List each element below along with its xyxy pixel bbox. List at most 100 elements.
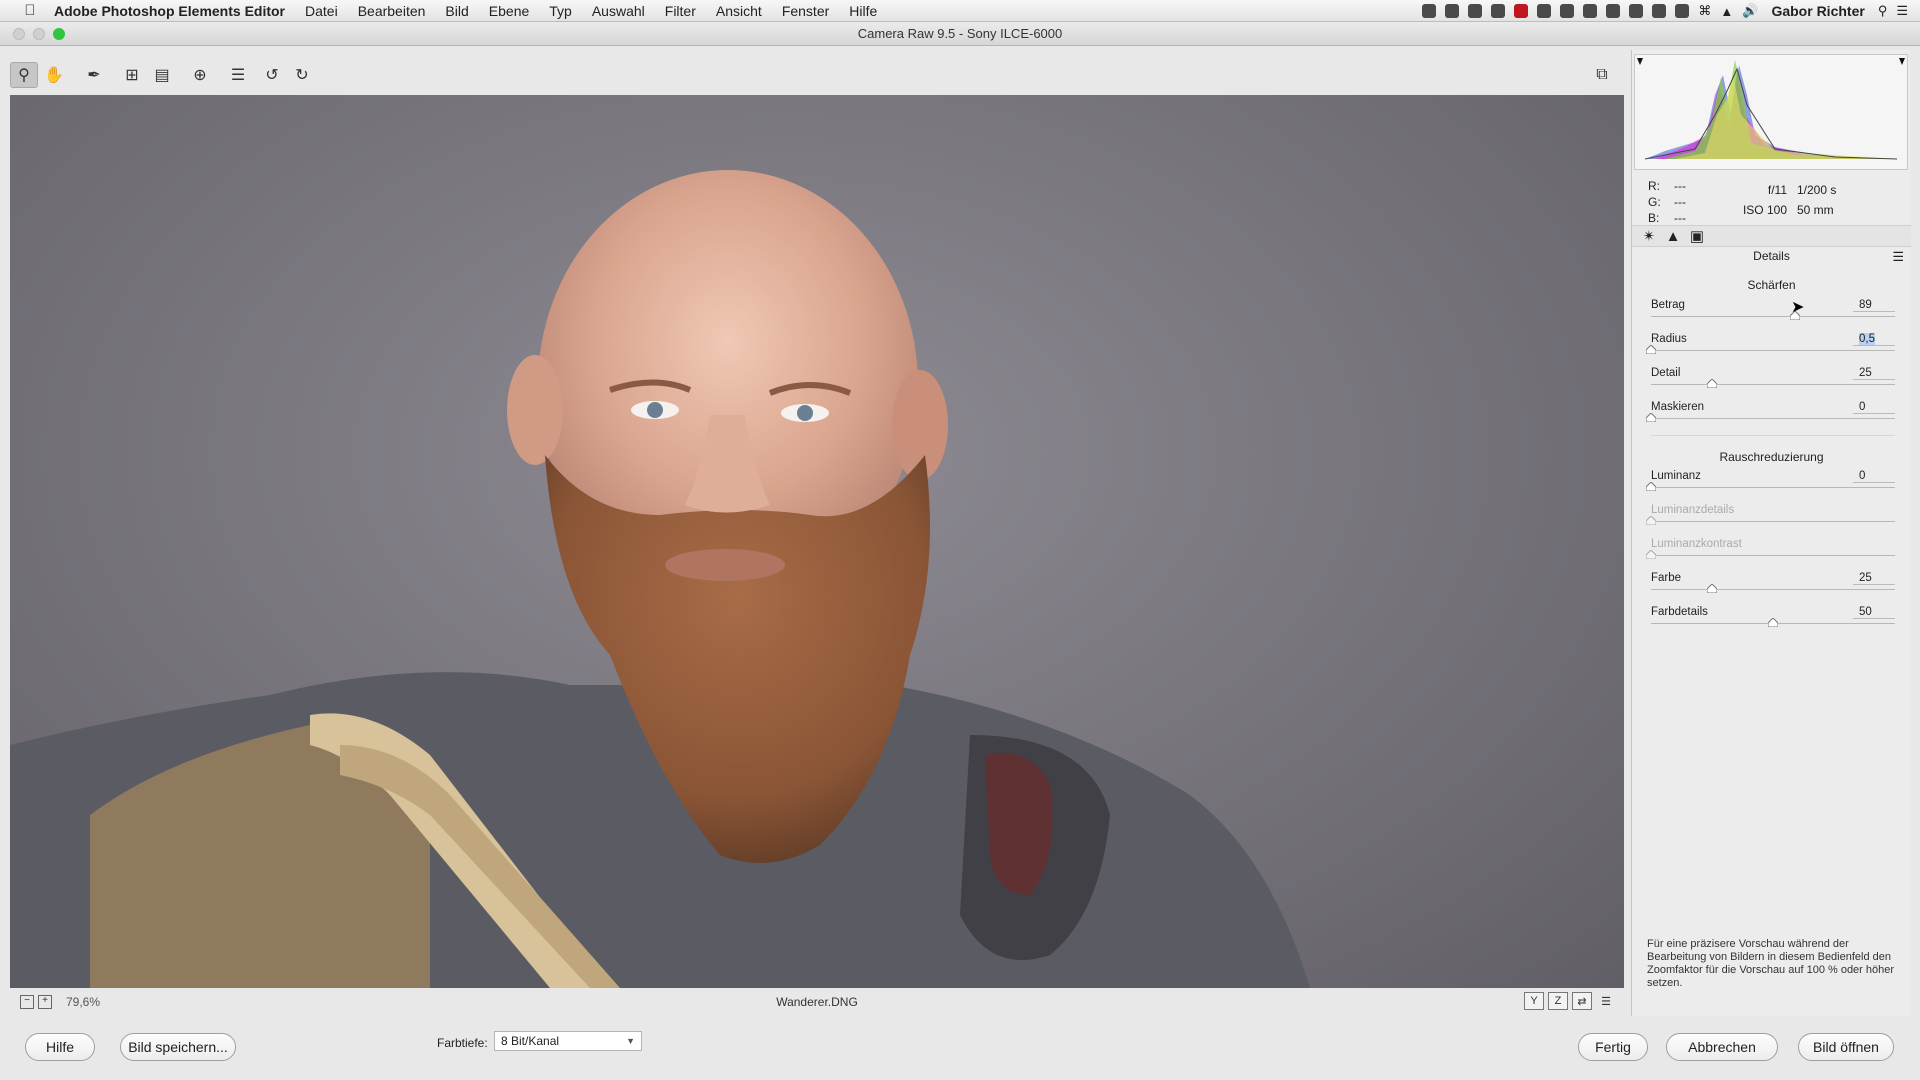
evernote-icon[interactable] xyxy=(1491,4,1506,18)
slider-luminanz[interactable]: Luminanz 0 xyxy=(1646,470,1895,504)
zoom-tool-button[interactable]: ⚲ xyxy=(10,62,38,88)
menu-bild[interactable]: Bild xyxy=(435,3,478,19)
done-button[interactable]: Fertig xyxy=(1578,1033,1648,1061)
slider-value-field[interactable]: 25 xyxy=(1853,572,1895,585)
slider-radius[interactable]: Radius 0,5 xyxy=(1646,333,1895,367)
menu-hilfe[interactable]: Hilfe xyxy=(839,3,887,19)
slider-value-field[interactable]: 25 xyxy=(1853,367,1895,380)
bluetooth-icon[interactable] xyxy=(1675,4,1690,18)
menu-datei[interactable]: Datei xyxy=(295,3,348,19)
cloud-icon[interactable] xyxy=(1468,4,1483,18)
tab-details[interactable]: ▲ xyxy=(1664,228,1682,245)
chevron-down-icon: ▼ xyxy=(626,1036,635,1046)
tab-basic[interactable]: ✴ xyxy=(1640,227,1658,245)
bit-depth-select[interactable]: 8 Bit/Kanal ▼ xyxy=(494,1031,642,1051)
slider-thumb[interactable] xyxy=(1646,345,1656,354)
slider-value: 89 xyxy=(1859,299,1872,311)
cancel-button[interactable]: Abbrechen xyxy=(1666,1033,1778,1061)
list-icon: ☰ xyxy=(230,67,246,84)
menu-filter[interactable]: Filter xyxy=(655,3,706,19)
eyedropper-icon: ✒ xyxy=(87,67,101,84)
eyedropper-tool-button[interactable]: ✒ xyxy=(80,62,108,88)
menu-ebene[interactable]: Ebene xyxy=(479,3,539,19)
slider-track[interactable] xyxy=(1651,418,1895,419)
slider-value: 0 xyxy=(1859,401,1866,413)
slider-thumb[interactable] xyxy=(1768,618,1778,627)
slider-track[interactable] xyxy=(1651,589,1895,590)
slider-farbdetails[interactable]: Farbdetails 50 xyxy=(1651,606,1895,640)
menu-bearbeiten[interactable]: Bearbeiten xyxy=(348,3,436,19)
crop-tool-button[interactable]: ⊞ xyxy=(118,62,146,88)
slider-track[interactable] xyxy=(1651,487,1895,488)
display-icon[interactable] xyxy=(1445,4,1460,18)
slider-thumb[interactable] xyxy=(1646,482,1656,491)
stack-icon[interactable] xyxy=(1606,4,1621,18)
swap-settings-button[interactable]: Z xyxy=(1548,992,1568,1010)
preferences-button[interactable]: ☰ xyxy=(224,62,252,88)
view-settings-button[interactable]: ☰ xyxy=(1596,992,1616,1010)
notification-center-icon[interactable]: ☰ xyxy=(1896,3,1908,19)
slider-track xyxy=(1651,555,1895,556)
fullscreen-toggle-button[interactable]: ⧉ xyxy=(1588,62,1616,88)
slider-maskieren[interactable]: Maskieren 0 xyxy=(1646,401,1895,436)
wifi-icon[interactable]: ⌘ xyxy=(1698,3,1711,19)
battery-icon[interactable] xyxy=(1629,4,1644,18)
slider-value-field[interactable]: 0 xyxy=(1853,401,1895,414)
slider-betrag[interactable]: Betrag 89 xyxy=(1651,299,1895,333)
before-after-button[interactable]: Y xyxy=(1524,992,1544,1010)
slider-thumb[interactable] xyxy=(1646,413,1656,422)
panel-menu-icon[interactable]: ☰ xyxy=(1892,249,1904,265)
slider-track[interactable] xyxy=(1651,350,1895,351)
slider-thumb xyxy=(1646,550,1656,559)
slider-value-field[interactable]: 50 xyxy=(1853,606,1895,619)
slider-track[interactable] xyxy=(1651,316,1895,317)
slider-value-field[interactable]: 0,5 xyxy=(1853,333,1895,346)
slider-luminanzkontrast: Luminanzkontrast xyxy=(1646,538,1895,572)
slider-thumb[interactable] xyxy=(1707,379,1717,388)
adjustment-panel: R: --- G: --- B: --- f/11 1/200 s ISO 100 50 … xyxy=(1631,50,1911,1016)
save-image-button[interactable]: Bild speichern... xyxy=(120,1033,236,1061)
slider-track[interactable] xyxy=(1651,384,1895,385)
mountains-icon: ▲ xyxy=(1665,227,1681,245)
slider-thumb[interactable] xyxy=(1707,584,1717,593)
eject-icon[interactable]: ▲ xyxy=(1720,4,1733,19)
hand-icon: ✋ xyxy=(44,67,64,84)
drive-icon[interactable] xyxy=(1537,4,1552,18)
portrait-photo xyxy=(10,170,1310,988)
record-icon[interactable] xyxy=(1422,4,1437,18)
b-value: --- xyxy=(1674,211,1686,225)
spotlight-icon[interactable]: ⚲ xyxy=(1878,3,1888,19)
time-machine-icon[interactable] xyxy=(1652,4,1667,18)
slider-value-field[interactable]: 0 xyxy=(1853,470,1895,483)
rgb-readout: R: --- G: --- B: --- xyxy=(1648,178,1700,226)
straighten-tool-button[interactable]: ▤ xyxy=(148,62,176,88)
slider-thumb xyxy=(1646,516,1656,525)
app-name-menu[interactable]: Adobe Photoshop Elements Editor xyxy=(54,3,285,19)
creative-cloud-icon[interactable] xyxy=(1583,4,1598,18)
copy-settings-button[interactable]: ⇄ xyxy=(1572,992,1592,1010)
user-name[interactable]: Gabor Richter xyxy=(1771,3,1864,19)
apple-icon[interactable]:  xyxy=(20,2,40,19)
menu-typ[interactable]: Typ xyxy=(539,3,582,19)
slider-value: 0 xyxy=(1859,470,1866,482)
volume-icon[interactable]: 🔊 xyxy=(1742,3,1758,19)
image-preview[interactable] xyxy=(10,95,1624,988)
slider-value: 0,5 xyxy=(1859,333,1875,345)
bit-depth-label: Farbtiefe: xyxy=(437,1036,488,1050)
menu-fenster[interactable]: Fenster xyxy=(772,3,839,19)
tab-camera-calibration[interactable]: ▣ xyxy=(1688,227,1706,245)
slider-value-field[interactable]: 89 xyxy=(1853,299,1895,312)
rotate-left-button[interactable]: ↺ xyxy=(258,62,286,88)
slider-detail[interactable]: Detail 25 xyxy=(1651,367,1895,401)
open-image-button[interactable]: Bild öffnen xyxy=(1798,1033,1894,1061)
slider-farbe[interactable]: Farbe 25 xyxy=(1651,572,1895,606)
app-red-icon[interactable] xyxy=(1514,4,1529,18)
menu-auswahl[interactable]: Auswahl xyxy=(582,3,655,19)
help-button[interactable]: Hilfe xyxy=(25,1033,95,1061)
menu-ansicht[interactable]: Ansicht xyxy=(706,3,772,19)
hand-tool-button[interactable]: ✋ xyxy=(40,62,68,88)
menu-bar:  Adobe Photoshop Elements Editor Datei … xyxy=(0,0,1920,22)
rotate-right-button[interactable]: ↻ xyxy=(288,62,316,88)
home-icon[interactable] xyxy=(1560,4,1575,18)
redeye-tool-button[interactable]: ⊕ xyxy=(186,62,214,88)
